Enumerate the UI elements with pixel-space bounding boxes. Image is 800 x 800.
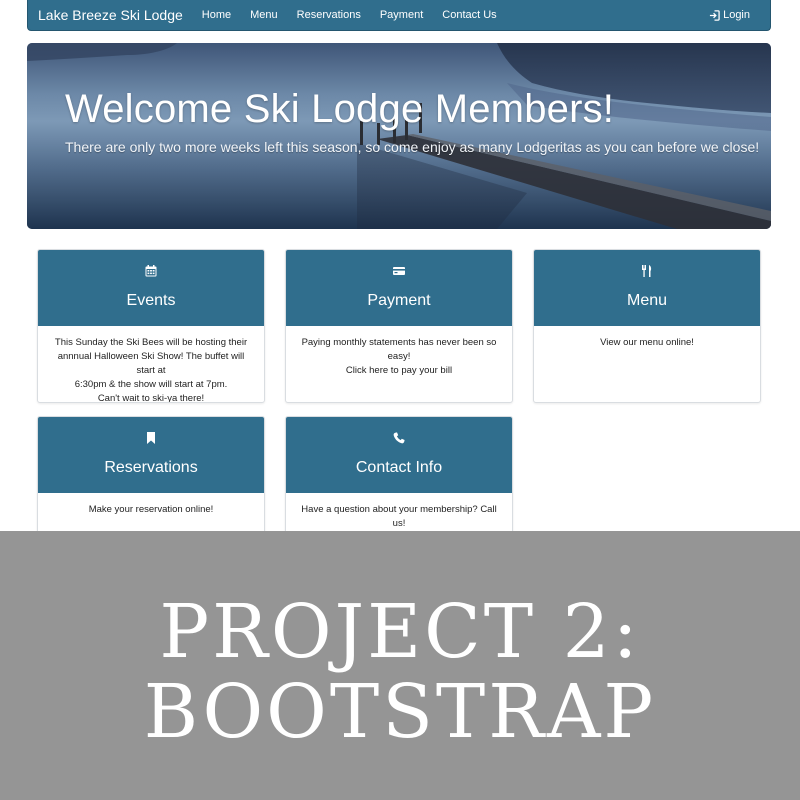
cutlery-icon xyxy=(641,264,653,278)
bookmark-icon xyxy=(146,431,156,445)
lake-dock-image xyxy=(27,43,771,229)
menu-card[interactable]: Menu View our menu online! xyxy=(533,249,761,403)
contact-info-card-title: Contact Info xyxy=(355,459,443,476)
nav-link-payment[interactable]: Payment xyxy=(380,9,423,21)
events-text-line: This Sunday the Ski Bees will be hosting… xyxy=(54,337,248,348)
payment-card-body: Paying monthly statements has never been… xyxy=(286,326,512,388)
events-card-header: Events xyxy=(38,250,264,326)
brand-link[interactable]: Lake Breeze Ski Lodge xyxy=(38,7,183,23)
payment-card-title: Payment xyxy=(367,292,431,309)
reservations-card-body: Make your reservation online! xyxy=(38,493,264,527)
reservations-text-line: Make your reservation online! xyxy=(88,504,214,515)
project-banner: PROJECT 2: BOOTSTRAP xyxy=(0,531,800,800)
events-text-line: annnual Halloween Ski Show! The buffet w… xyxy=(57,351,245,376)
payment-text-line: Paying monthly statements has never been… xyxy=(301,337,497,362)
login-link[interactable]: Login xyxy=(709,9,750,21)
nav-link-contact-us[interactable]: Contact Us xyxy=(442,9,496,21)
events-text-line: 6:30pm & the show will start at 7pm. xyxy=(74,379,228,390)
events-card-title: Events xyxy=(126,292,176,309)
contact-info-card-header: Contact Info xyxy=(286,417,512,493)
phone-icon xyxy=(393,431,405,445)
events-card[interactable]: Events This Sunday the Ski Bees will be … xyxy=(37,249,265,403)
contact-info-text-line: Have a question about your membership? C… xyxy=(301,504,497,529)
menu-card-header: Menu xyxy=(534,250,760,326)
nav-link-menu[interactable]: Menu xyxy=(250,9,278,21)
menu-text-line: View our menu online! xyxy=(600,337,694,348)
events-card-body: This Sunday the Ski Bees will be hosting… xyxy=(38,326,264,403)
navbar: Lake Breeze Ski Lodge Home Menu Reservat… xyxy=(27,0,771,31)
nav-link-home[interactable]: Home xyxy=(202,9,231,21)
nav-links: Home Menu Reservations Payment Contact U… xyxy=(191,9,505,21)
menu-card-body: View our menu online! xyxy=(534,326,760,360)
payment-card-header: Payment xyxy=(286,250,512,326)
banner-line-2: BOOTSTRAP xyxy=(143,669,657,755)
pay-bill-link[interactable]: Click here to pay your bill xyxy=(296,364,502,378)
reservations-card-header: Reservations xyxy=(38,417,264,493)
banner-line-1: PROJECT 2: xyxy=(159,589,641,675)
hero-jumbotron: Welcome Ski Lodge Members! There are onl… xyxy=(27,43,771,229)
hero-subtitle: There are only two more weeks left this … xyxy=(65,139,760,155)
login-icon xyxy=(709,9,720,21)
payment-card[interactable]: Payment Paying monthly statements has ne… xyxy=(285,249,513,403)
menu-card-title: Menu xyxy=(626,292,668,309)
nav-link-reservations[interactable]: Reservations xyxy=(297,9,361,21)
hero-title: Welcome Ski Lodge Members! xyxy=(65,87,615,131)
events-text-line: Can't wait to ski-ya there! xyxy=(97,393,205,403)
login-label: Login xyxy=(723,9,750,21)
calendar-icon xyxy=(145,264,157,278)
reservations-card-title: Reservations xyxy=(104,459,198,476)
credit-card-icon xyxy=(393,264,405,278)
